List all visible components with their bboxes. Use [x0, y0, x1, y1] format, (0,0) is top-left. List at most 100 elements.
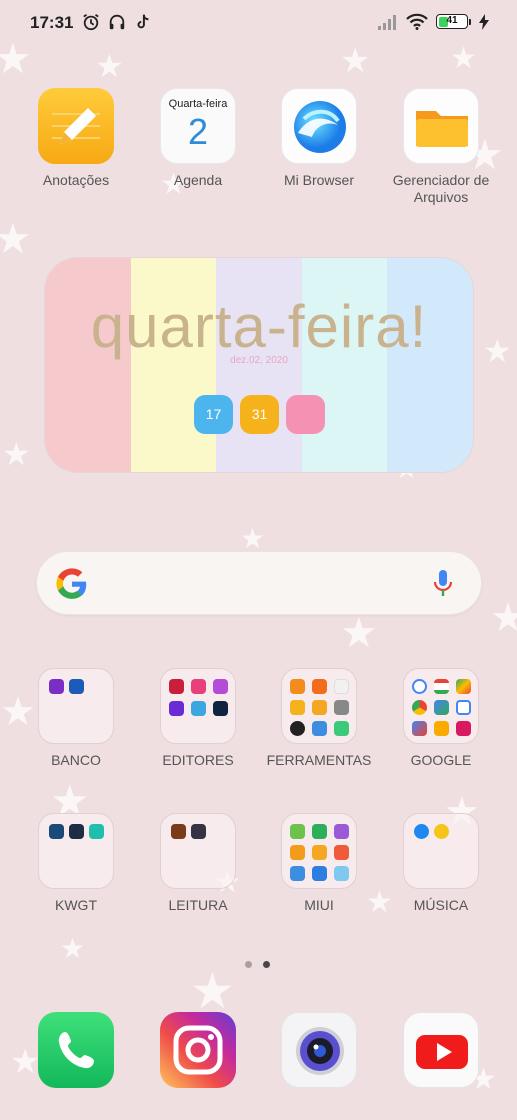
page-dot-active[interactable]: [263, 961, 270, 968]
folder-banco[interactable]: BANCO: [16, 668, 136, 769]
tiktok-icon: [137, 14, 149, 29]
tool-app-icon: [290, 700, 305, 715]
minute-pill: 31: [240, 395, 279, 434]
folder-editores[interactable]: EDITORES: [138, 668, 258, 769]
calendar-day-name: Quarta-feira: [168, 98, 228, 110]
page-dot[interactable]: [245, 961, 252, 968]
editor-app-icon: [213, 679, 228, 694]
widget-date: dez.02, 2020: [230, 355, 288, 366]
google-app-icon: [412, 700, 427, 715]
app-label: Mi Browser: [283, 172, 354, 188]
app-label: Anotações: [42, 172, 110, 188]
google-app-icon: [456, 721, 471, 736]
miui-app-icon: [334, 866, 349, 881]
folder-label: GOOGLE: [410, 752, 472, 768]
miui-app-icon: [312, 824, 327, 839]
tool-app-icon: [290, 679, 305, 694]
youtube-icon[interactable]: [403, 1012, 479, 1088]
folder-miui[interactable]: MIUI: [259, 813, 379, 914]
folder-preview: [160, 668, 236, 744]
folder-preview: [403, 813, 479, 889]
app-mi-browser[interactable]: Mi Browser: [259, 88, 379, 189]
music-app-icon: [414, 824, 429, 839]
folder-preview: [38, 813, 114, 889]
google-search-bar[interactable]: [36, 551, 482, 615]
alarm-icon: [83, 14, 99, 31]
google-app-icon: [434, 679, 449, 694]
folder-ferramentas[interactable]: FERRAMENTAS: [259, 668, 379, 769]
miui-app-icon: [290, 845, 305, 860]
app-anotacoes[interactable]: Anotações: [16, 88, 136, 189]
app-label: Gerenciador de Arquivos: [392, 172, 490, 205]
miui-app-icon: [334, 824, 349, 839]
star-icon: ★: [340, 608, 378, 657]
editor-app-icon: [191, 679, 206, 694]
charging-icon: [479, 13, 489, 30]
miui-app-icon: [290, 866, 305, 881]
day-widget[interactable]: quarta-feira! dez.02, 2020 17 31: [44, 257, 474, 473]
widget-weekday: quarta-feira!: [90, 293, 428, 360]
editor-app-icon: [191, 701, 206, 716]
browser-icon: [281, 88, 357, 164]
status-bar: 17:31 41: [0, 0, 517, 46]
miui-app-icon: [334, 845, 349, 860]
bank-app-icon: [69, 679, 84, 694]
folder-google[interactable]: GOOGLE: [381, 668, 501, 769]
google-app-icon: [434, 700, 449, 715]
star-icon: ★: [0, 214, 32, 263]
reading-app-icon: [171, 824, 186, 839]
app-gerenciador-de-arquivos[interactable]: Gerenciador de Arquivos: [381, 88, 501, 206]
google-app-icon: [412, 679, 427, 694]
folder-preview: [281, 668, 357, 744]
reading-app-icon: [191, 824, 206, 839]
folder-label: LEITURA: [168, 897, 228, 913]
miui-app-icon: [290, 824, 305, 839]
tool-app-icon: [312, 700, 327, 715]
notes-icon: [38, 88, 114, 164]
hour-pill: 17: [194, 395, 233, 434]
kwgt-app-icon: [69, 824, 84, 839]
folder-label: FERRAMENTAS: [266, 752, 372, 768]
mic-icon[interactable]: [433, 568, 453, 598]
folder-preview: [281, 813, 357, 889]
star-icon: ★: [490, 595, 517, 641]
camera-icon[interactable]: [281, 1012, 357, 1088]
tool-app-icon: [334, 679, 349, 694]
star-icon: ★: [340, 41, 371, 81]
star-icon: ★: [240, 522, 266, 555]
editor-app-icon: [169, 679, 184, 694]
star-icon: ★: [60, 932, 86, 965]
headphones-icon: [109, 14, 125, 30]
folder-icon: [403, 88, 479, 164]
app-agenda[interactable]: Quarta-feira 2 Agenda: [138, 88, 258, 189]
instagram-icon[interactable]: [160, 1012, 236, 1088]
google-app-icon: [456, 700, 471, 715]
folder-kwgt[interactable]: KWGT: [16, 813, 136, 914]
folder-leitura[interactable]: LEITURA: [138, 813, 258, 914]
page-indicator[interactable]: [245, 961, 270, 968]
star-icon: ★: [450, 41, 477, 76]
folder-preview: [38, 668, 114, 744]
battery-percent: 41: [446, 15, 458, 26]
google-app-icon: [456, 679, 471, 694]
star-icon: ★: [95, 47, 124, 85]
folder-label: EDITORES: [162, 752, 234, 768]
folder-preview: [160, 813, 236, 889]
star-icon: ★: [190, 962, 235, 1020]
editor-app-icon: [169, 701, 184, 716]
star-icon: ★: [483, 332, 512, 370]
kwgt-app-icon: [49, 824, 64, 839]
folder-label: MIUI: [304, 897, 334, 913]
calendar-icon: Quarta-feira 2: [160, 88, 236, 164]
editor-app-icon: [213, 701, 228, 716]
folder-musica[interactable]: MÚSICA: [381, 813, 501, 914]
star-icon: ★: [2, 435, 31, 473]
phone-icon[interactable]: [38, 1012, 114, 1088]
miui-app-icon: [312, 845, 327, 860]
tool-app-icon: [290, 721, 305, 736]
wifi-icon: [406, 13, 428, 30]
bank-app-icon: [49, 679, 64, 694]
app-label: Agenda: [173, 172, 223, 188]
music-app-icon: [434, 824, 449, 839]
signal-icon: [378, 14, 396, 30]
